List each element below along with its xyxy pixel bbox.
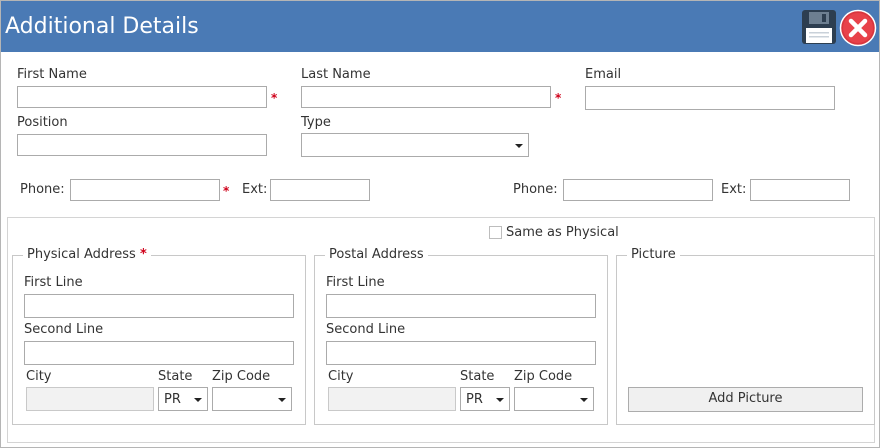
same-as-physical-label: Same as Physical <box>506 225 619 240</box>
window-title: Additional Details <box>5 14 199 39</box>
phone-1-required-mark: * <box>223 184 230 198</box>
ext-1-field[interactable] <box>270 179 370 201</box>
physical-address-legend: Physical Address * <box>23 247 151 263</box>
phone-2-label: Phone: <box>513 182 558 197</box>
physical-city-label: City <box>26 369 52 384</box>
physical-second-line-label: Second Line <box>24 322 104 337</box>
postal-second-line-label: Second Line <box>326 322 406 337</box>
postal-state-value: PR <box>466 392 483 407</box>
physical-zip-select[interactable] <box>212 387 292 411</box>
postal-city-label: City <box>328 369 354 384</box>
position-field[interactable] <box>17 134 267 156</box>
additional-details-window: Additional Details First Name * Last Nam… <box>0 0 880 448</box>
email-label: Email <box>585 67 622 82</box>
save-button[interactable] <box>801 9 837 45</box>
first-name-field[interactable] <box>17 86 267 108</box>
position-label: Position <box>17 115 68 130</box>
phone-2-field[interactable] <box>563 179 713 201</box>
postal-first-line-label: First Line <box>326 275 385 290</box>
postal-city-field <box>328 387 456 411</box>
physical-second-line-field[interactable] <box>24 341 294 365</box>
chevron-down-icon <box>580 398 588 402</box>
last-name-required-mark: * <box>555 91 562 105</box>
postal-zip-label: Zip Code <box>514 369 573 384</box>
chevron-down-icon <box>194 398 202 402</box>
physical-first-line-field[interactable] <box>24 294 294 318</box>
chevron-down-icon <box>278 398 286 402</box>
floppy-disk-icon <box>802 10 836 44</box>
postal-address-title: Postal Address <box>325 247 428 263</box>
postal-zip-select[interactable] <box>514 387 594 411</box>
close-button[interactable] <box>839 9 877 47</box>
chevron-down-icon <box>496 398 504 402</box>
chevron-down-icon <box>515 144 523 148</box>
physical-state-label: State <box>158 369 193 384</box>
physical-zip-label: Zip Code <box>212 369 271 384</box>
email-field[interactable] <box>585 86 835 110</box>
first-name-required-mark: * <box>271 91 278 105</box>
physical-address-group: Physical Address * First Line Second Lin… <box>12 247 306 425</box>
postal-second-line-field[interactable] <box>326 341 596 365</box>
add-picture-button[interactable]: Add Picture <box>628 387 863 412</box>
physical-address-required-mark: * <box>139 247 147 262</box>
last-name-label: Last Name <box>301 67 371 82</box>
phone-1-field[interactable] <box>70 179 220 201</box>
same-as-physical-checkbox[interactable] <box>489 226 502 239</box>
ext-2-label: Ext: <box>721 182 747 197</box>
type-select[interactable] <box>301 133 529 157</box>
physical-state-select[interactable]: PR <box>158 387 208 411</box>
close-icon <box>839 9 877 47</box>
last-name-field[interactable] <box>301 86 551 108</box>
physical-first-line-label: First Line <box>24 275 83 290</box>
physical-address-title: Physical Address <box>27 247 136 262</box>
phone-1-label: Phone: <box>20 182 65 197</box>
picture-title: Picture <box>627 247 680 263</box>
postal-state-label: State <box>460 369 495 384</box>
title-bar: Additional Details <box>1 1 879 52</box>
type-label: Type <box>301 115 331 130</box>
physical-city-field <box>26 387 154 411</box>
first-name-label: First Name <box>17 67 87 82</box>
physical-state-value: PR <box>164 392 181 407</box>
ext-1-label: Ext: <box>242 182 268 197</box>
picture-group: Picture Add Picture <box>616 247 875 425</box>
ext-2-field[interactable] <box>750 179 850 201</box>
address-panel: Same as Physical Physical Address * Firs… <box>7 217 875 443</box>
postal-address-group: Postal Address First Line Second Line Ci… <box>314 247 608 425</box>
postal-first-line-field[interactable] <box>326 294 596 318</box>
postal-state-select[interactable]: PR <box>460 387 510 411</box>
